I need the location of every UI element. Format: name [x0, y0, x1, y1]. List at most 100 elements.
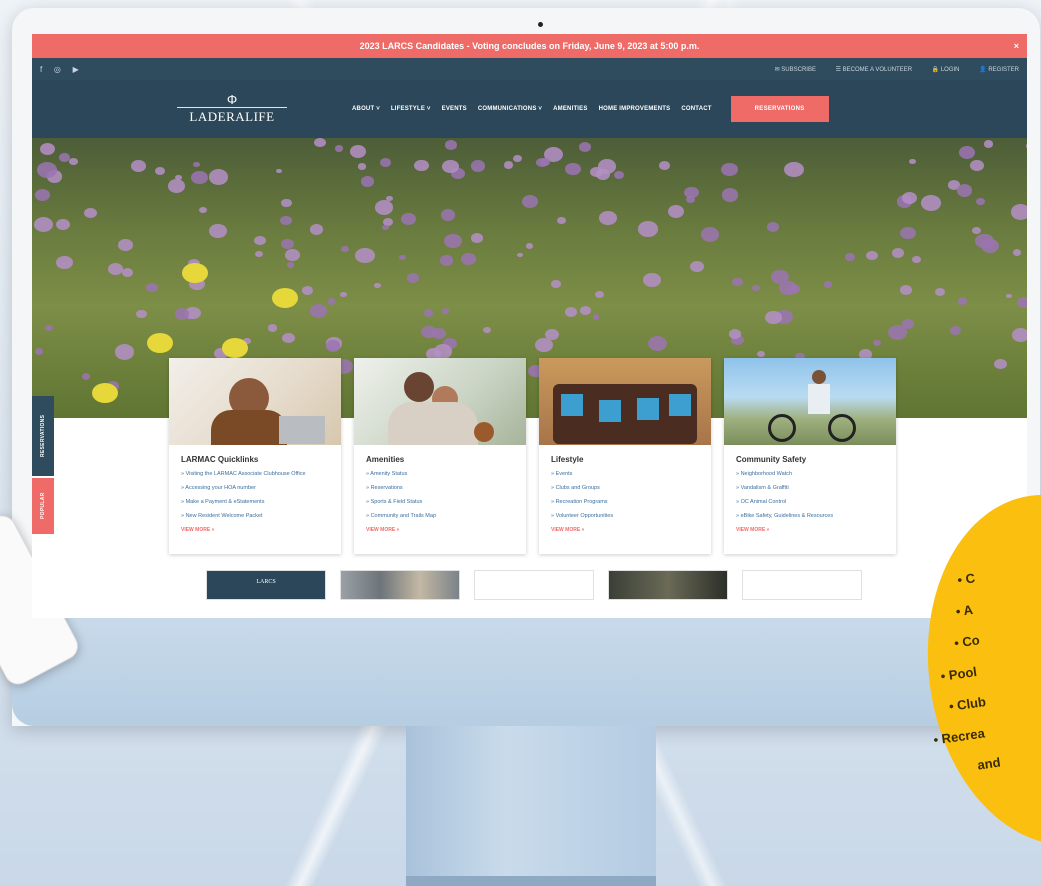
flower-blossom [784, 161, 804, 178]
view-more-link[interactable]: VIEW MORE » [736, 527, 884, 533]
flower-blossom [483, 327, 491, 334]
logo-divider [177, 106, 287, 108]
flower-blossom [174, 308, 189, 320]
flower-blossom [282, 333, 295, 344]
thumb-blank[interactable] [742, 570, 862, 600]
nav-lifestyle[interactable]: LIFESTYLE ˅ [391, 106, 431, 112]
flower-blossom [891, 248, 904, 259]
youtube-icon[interactable]: ▶ [73, 65, 79, 74]
flower-blossom [866, 250, 879, 261]
card-link[interactable]: » Events [551, 471, 699, 478]
flower-blossom [276, 168, 283, 174]
yellow-flower [182, 263, 208, 283]
flower-blossom [981, 238, 999, 254]
card-link[interactable]: » Make a Payment & eStatements [181, 499, 329, 506]
logo-mark-icon: Φ [226, 91, 238, 107]
instagram-icon[interactable]: ◎ [54, 65, 61, 74]
flower-blossom [114, 344, 135, 361]
flower-blossom [935, 287, 946, 297]
flower-blossom [752, 285, 761, 292]
flower-blossom [267, 323, 278, 332]
flower-blossom [756, 350, 765, 357]
flower-blossom [598, 210, 617, 226]
thumb-photo[interactable] [340, 570, 460, 600]
badge-line: • C [956, 570, 976, 588]
view-more-link[interactable]: VIEW MORE » [366, 527, 514, 533]
card-link[interactable]: » Amenity Status [366, 471, 514, 478]
nav-events[interactable]: EVENTS [442, 106, 467, 112]
card-link[interactable]: » Accessing your HOA number [181, 485, 329, 492]
flower-blossom [130, 160, 146, 172]
flower-blossom [444, 233, 463, 249]
volunteer-link[interactable]: ☰ BECOME A VOLUNTEER [836, 67, 912, 73]
thumb-blank[interactable] [474, 570, 594, 600]
flower-blossom [957, 297, 968, 306]
flower-blossom [382, 224, 389, 231]
card-link[interactable]: » OC Animal Control [736, 499, 884, 506]
view-more-link[interactable]: VIEW MORE » [181, 527, 329, 533]
thumb-photo[interactable] [608, 570, 728, 600]
monitor-chin [12, 618, 1040, 726]
side-tab-reservations[interactable]: RESERVATIONS [32, 396, 54, 476]
flower-blossom [380, 157, 392, 167]
social-links: f ◎ ▶ [40, 65, 89, 74]
card-link[interactable]: » eBike Safety, Guidelines & Resources [736, 513, 884, 520]
monitor-stand [406, 726, 656, 886]
flower-blossom [400, 212, 416, 225]
card-body: LARMAC Quicklinks » Visiting the LARMAC … [169, 445, 341, 543]
flower-blossom [1005, 293, 1012, 299]
flower-blossom [55, 218, 70, 230]
card-community-safety: Community Safety » Neighborhood Watch » … [724, 358, 896, 554]
flower-blossom [659, 160, 671, 170]
card-link[interactable]: » Recreation Programs [551, 499, 699, 506]
card-image-group [539, 358, 711, 445]
nav-about[interactable]: ABOUT ˅ [352, 106, 380, 112]
flower-blossom [721, 162, 739, 177]
card-link[interactable]: » Community and Trails Map [366, 513, 514, 520]
alert-banner[interactable]: 2023 LARCS Candidates - Voting concludes… [32, 34, 1027, 58]
card-link[interactable]: » Reservations [366, 485, 514, 492]
flower-blossom [970, 160, 984, 172]
flower-blossom [39, 142, 55, 155]
flower-blossom [439, 255, 453, 266]
flower-blossom [33, 216, 54, 233]
site-logo[interactable]: Φ LADERALIFE [172, 91, 292, 125]
alert-close-icon[interactable]: × [1014, 34, 1019, 58]
flower-blossom [975, 198, 986, 206]
reservations-button[interactable]: RESERVATIONS [730, 96, 829, 122]
card-link[interactable]: » Neighborhood Watch [736, 471, 884, 478]
flower-blossom [280, 215, 292, 226]
flower-blossom [442, 308, 449, 314]
side-tab-popular[interactable]: POPULAR [32, 478, 54, 534]
login-link[interactable]: 🔒 LOGIN [932, 67, 960, 73]
thumb-larcs[interactable]: LARCS [206, 570, 326, 600]
card-body: Lifestyle » Events » Clubs and Groups » … [539, 445, 711, 543]
flower-blossom [122, 267, 134, 277]
flower-blossom [534, 337, 553, 352]
facebook-icon[interactable]: f [40, 65, 42, 74]
flower-blossom [911, 255, 922, 264]
card-link[interactable]: » Clubs and Groups [551, 485, 699, 492]
flower-blossom [844, 253, 856, 262]
register-link[interactable]: 👤 REGISTER [979, 67, 1019, 73]
card-link[interactable]: » New Resident Welcome Packet [181, 513, 329, 520]
card-link[interactable]: » Visiting the LARMAC Associate Clubhous… [181, 471, 329, 478]
flower-blossom [34, 188, 51, 202]
nav-amenities[interactable]: AMENITIES [553, 106, 587, 112]
card-link[interactable]: » Vandalism & Graffiti [736, 485, 884, 492]
card-link[interactable]: » Sports & Field Status [366, 499, 514, 506]
nav-contact[interactable]: CONTACT [681, 106, 711, 112]
flower-blossom [594, 290, 604, 299]
flower-blossom [69, 158, 78, 166]
flower-blossom [1012, 249, 1022, 257]
card-link[interactable]: » Volunteer Opportunities [551, 513, 699, 520]
nav-communications[interactable]: COMMUNICATIONS ˅ [478, 106, 542, 112]
view-more-link[interactable]: VIEW MORE » [551, 527, 699, 533]
subscribe-link[interactable]: ✉ SUBSCRIBE [775, 67, 816, 73]
yellow-flower [222, 338, 248, 358]
flower-blossom [309, 303, 327, 318]
flower-blossom [281, 198, 293, 208]
flower-blossom [374, 282, 381, 289]
card-body: Amenities » Amenity Status » Reservation… [354, 445, 526, 543]
nav-home-improvements[interactable]: HOME IMPROVEMENTS [599, 106, 671, 112]
